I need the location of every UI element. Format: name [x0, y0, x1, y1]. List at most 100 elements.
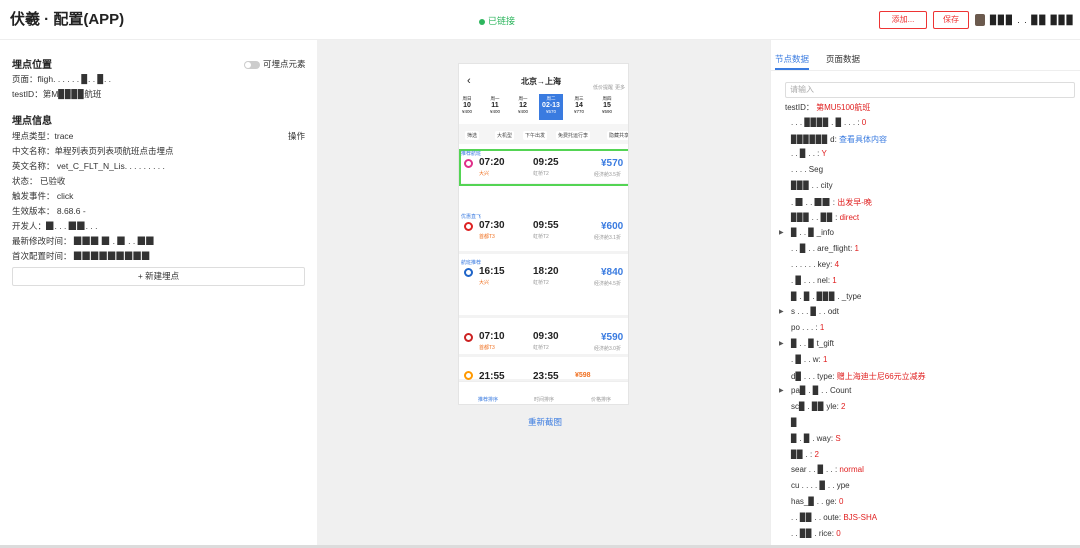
- node-value: 查看具体内容: [839, 134, 888, 144]
- more-label[interactable]: 更多: [615, 84, 625, 91]
- date-item[interactable]: 周二 02-13 ¥570: [539, 94, 563, 120]
- date-num: 15: [603, 102, 611, 109]
- node-key: . . ▉ . . : Y: [791, 149, 827, 159]
- date-item[interactable]: 周四 15 ¥590: [595, 94, 619, 120]
- node-value: normal: [839, 465, 864, 475]
- node-value: 出发早-晚: [837, 197, 872, 207]
- node-value: 0: [861, 117, 867, 127]
- search-input[interactable]: 请输入: [785, 82, 1075, 98]
- node-key: . . ▉ . . are_flight: 1: [791, 244, 859, 254]
- dep-time: 07:30: [479, 220, 505, 231]
- arr-airport: 虹桥T2: [533, 171, 549, 177]
- arr-time: 18:20: [533, 266, 559, 277]
- filter-chip[interactable]: 筛选: [465, 131, 480, 140]
- arr-time: 09:55: [533, 220, 559, 231]
- date-item[interactable]: 周一 11 ¥400: [483, 94, 507, 120]
- arr-time: 09:25: [533, 157, 559, 168]
- node-value: 4: [834, 260, 840, 269]
- node-key: sear . . ▉ . . : normal: [791, 465, 864, 475]
- left-panel: 埋点位置 可埋点元素 页面：fligh. . . . . . ▉. . ▉. .…: [0, 40, 317, 545]
- date-item[interactable]: 周日 10 ¥400: [459, 94, 479, 120]
- recapture-link[interactable]: 重新截图: [528, 416, 562, 428]
- expand-caret-icon[interactable]: ▶: [779, 229, 784, 236]
- discount-note: 经济舱4.5折: [594, 281, 621, 287]
- filter-chip[interactable]: 隐藏共享: [607, 131, 628, 140]
- date-item[interactable]: 周一 12 ¥400: [511, 94, 535, 120]
- right-panel: 节点数据 页面数据 请输入 testID： 第MU5100航班 . . . ▉▉▉…: [770, 40, 1080, 545]
- discount-note: 经济舱3.1折: [594, 235, 621, 241]
- arr-time: 09:30: [533, 331, 559, 342]
- info-row-version: 生效版本： 8.68.6 -: [12, 206, 86, 216]
- date-bar: 周日 10 ¥400 周一 11 ¥400 周一 12 ¥400 周二 02-13 ¥570 周三 14 ¥…: [459, 94, 628, 120]
- expand-caret-icon[interactable]: ▶: [779, 387, 784, 394]
- node-value: 0: [838, 497, 844, 506]
- date-item[interactable]: 周三 14 ¥770: [567, 94, 591, 120]
- top-bar: 伏羲 · 配置(APP) 已链接 添加... 保存 ▉▉▉ . . ▉▉ ▉▉▉: [0, 0, 1080, 40]
- airline-icon: [464, 159, 473, 168]
- node-key: . ▉ . . . nel: 1: [791, 275, 837, 285]
- tab-underline: [775, 68, 809, 70]
- node-key: . . . ▉▉▉▉ . ▉ . . . : 0: [791, 117, 867, 127]
- add-button[interactable]: 添加...: [879, 11, 927, 29]
- node-key: d▉ . . . type: 赠上海迪士尼66元立减券: [791, 371, 926, 381]
- node-key: cu . . . . ▉ . . ype: [791, 481, 850, 491]
- new-tracking-button[interactable]: + 新建埋点: [12, 267, 305, 286]
- buryable-toggle[interactable]: 可埋点元素: [244, 58, 306, 70]
- filter-chip[interactable]: 大机型: [495, 131, 515, 140]
- phone-screenshot[interactable]: ‹ 北京→上海 低价提醒 更多 周日 10 ¥400 周一 11 ¥400 周一 12 ¥400…: [458, 63, 629, 405]
- toggle-switch[interactable]: [244, 60, 260, 69]
- info-row-created: 首次配置时间： ▉▉▉▉▉▉▉▉▉: [12, 251, 151, 261]
- node-value: 2: [814, 449, 819, 459]
- price-alert-label[interactable]: 低价提醒: [593, 84, 613, 91]
- tab-divider: [771, 70, 1080, 71]
- airline-icon: [464, 371, 473, 380]
- date-price: ¥400: [461, 109, 472, 114]
- date-num: 11: [491, 102, 499, 109]
- avatar[interactable]: [975, 14, 985, 26]
- expand-caret-icon[interactable]: ▶: [779, 308, 784, 315]
- node-value: 1: [854, 244, 859, 254]
- tab-node-data[interactable]: 节点数据: [775, 53, 809, 65]
- dep-airport: 大兴: [479, 280, 490, 286]
- flight-card[interactable]: 07:10 09:30 ¥590 首都T3 虹桥T2 经济舱3.0折: [459, 323, 628, 357]
- save-button[interactable]: 保存: [933, 11, 969, 29]
- toggle-label: 可埋点元素: [263, 59, 306, 69]
- filter-chip[interactable]: 免费托运行李: [556, 131, 591, 140]
- airline-icon: [464, 333, 473, 342]
- date-num: 02-13: [542, 102, 560, 109]
- flight-card[interactable]: 推荐航班 07:20 09:25 ¥570 大兴 虹桥T2 经济舱3.5折: [459, 149, 628, 186]
- dep-airport: 首都T3: [479, 345, 495, 351]
- node-key: po . . . : 1: [791, 323, 825, 333]
- back-icon[interactable]: ‹: [467, 75, 471, 87]
- filter-chip[interactable]: 下午出发: [523, 131, 548, 140]
- operations-link[interactable]: 操作: [288, 130, 305, 142]
- route-title[interactable]: 北京→上海: [521, 76, 561, 87]
- node-value: 1: [819, 323, 825, 333]
- tab-page-data[interactable]: 页面数据: [826, 53, 860, 65]
- node-value: 第MU5100航班: [816, 103, 871, 112]
- node-value: Y: [821, 149, 827, 159]
- flight-card[interactable]: 优惠直飞 07:30 09:55 ¥600 首都T3 虹桥T2 经济舱3.1折: [459, 212, 628, 254]
- sort-recommend[interactable]: 推荐排序: [478, 396, 498, 403]
- node-value: 1: [822, 354, 828, 364]
- info-row-trigger: 触发事件： click: [12, 191, 74, 201]
- node-key: ▉▉▉▉▉▉ d: 查看具体内容: [791, 134, 888, 144]
- sort-time[interactable]: 时间排序: [534, 396, 554, 403]
- flight-tag: 航班推荐: [461, 260, 482, 266]
- node-key: sc▉ . ▉▉ yle: 2: [791, 402, 846, 412]
- flight-tag: 推荐航班: [461, 151, 482, 157]
- user-name[interactable]: ▉▉▉ . . ▉▉ ▉▉▉: [990, 15, 1074, 26]
- sort-price[interactable]: 价格排序: [591, 396, 611, 403]
- info-row-cn-name: 中文名称：单程列表页列表项航班点击埋点: [12, 146, 174, 156]
- flight-card[interactable]: 航班推荐 16:15 18:20 ¥840 大兴 虹桥T2 经济舱4.5折: [459, 258, 628, 318]
- info-section-title: 埋点信息: [12, 116, 52, 127]
- node-key: ▉ . ▉ . way: S: [791, 433, 841, 443]
- flight-price: ¥590: [601, 332, 624, 343]
- preview-area: ‹ 北京→上海 低价提醒 更多 周日 10 ¥400 周一 11 ¥400 周一 12 ¥400…: [317, 40, 770, 545]
- info-row-developer: 开发人：▉. . . ▉▉. . .: [12, 221, 98, 231]
- expand-caret-icon[interactable]: ▶: [779, 340, 784, 347]
- date-price: ¥570: [545, 109, 556, 114]
- flight-tag: 优惠直飞: [461, 214, 482, 220]
- discount-note: 经济舱3.0折: [594, 346, 621, 352]
- discount-note: 经济舱3.5折: [594, 172, 621, 178]
